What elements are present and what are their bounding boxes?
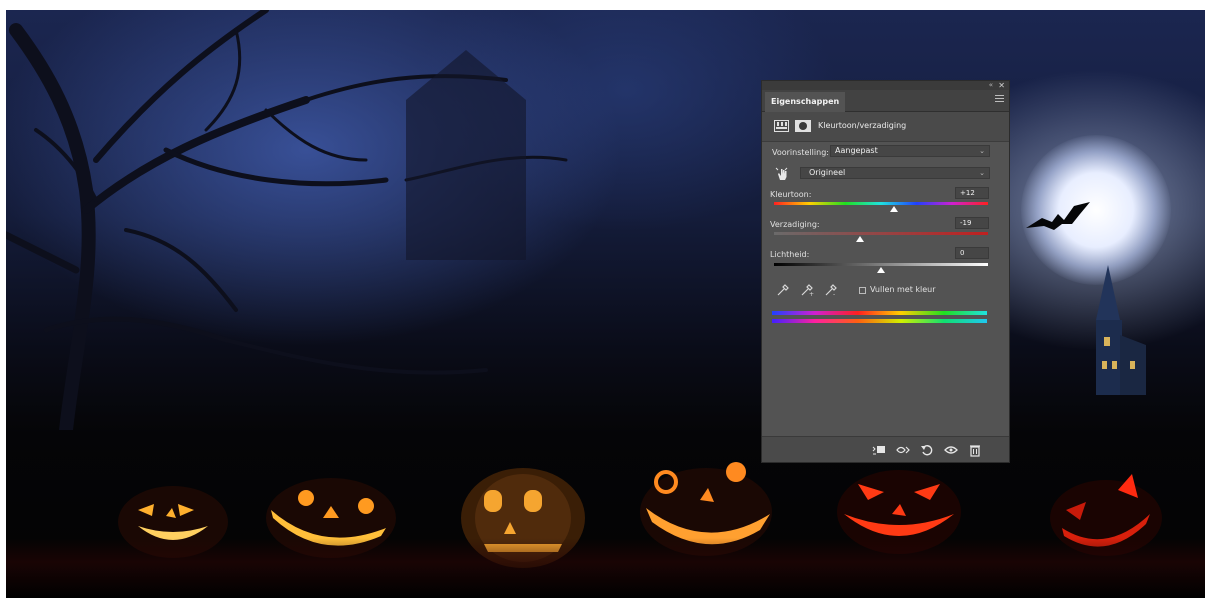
layer-mask-icon[interactable] (795, 120, 811, 132)
lightness-value-field[interactable]: 0 (955, 247, 989, 259)
input-color-spectrum (772, 311, 987, 315)
panel-menu-icon[interactable] (995, 95, 1004, 103)
toggle-visibility-icon[interactable] (944, 443, 958, 457)
document-canvas[interactable] (6, 10, 1205, 598)
colorize-checkbox[interactable] (859, 287, 866, 294)
svg-text:+: + (809, 291, 814, 297)
lightness-slider-thumb[interactable] (877, 267, 885, 273)
saturation-slider-thumb[interactable] (855, 236, 864, 242)
panel-bottom-toolbar (762, 436, 1009, 462)
clip-to-layer-icon[interactable] (872, 443, 886, 457)
panel-tab-bar: Eigenschappen (762, 90, 1009, 112)
saturation-label: Verzadiging: (770, 220, 820, 229)
hue-label: Kleurtoon: (770, 190, 812, 199)
delete-icon[interactable] (968, 443, 982, 457)
hue-value-field[interactable]: +12 (955, 187, 989, 199)
bat-silhouette (1026, 202, 1090, 230)
lightness-slider-track[interactable] (774, 263, 988, 266)
bare-trees (6, 10, 568, 430)
view-previous-state-icon[interactable] (896, 443, 910, 457)
output-color-spectrum (772, 319, 987, 323)
haunted-tower (1096, 265, 1146, 395)
lightness-label: Lichtheid: (770, 250, 810, 259)
chevron-down-icon: ⌄ (979, 147, 985, 155)
properties-panel: « ✕ Eigenschappen Kleurtoon/verzadiging … (761, 80, 1010, 463)
targeted-adjustment-hand-icon[interactable] (775, 167, 789, 181)
saturation-slider-track[interactable] (774, 232, 988, 235)
preset-value: Aangepast (835, 146, 878, 155)
tab-eigenschappen[interactable]: Eigenschappen (765, 92, 846, 112)
eyedropper-add-icon[interactable]: + (800, 283, 814, 297)
channel-value: Origineel (809, 168, 846, 177)
hue-slider-track[interactable] (774, 202, 988, 205)
hue-saturation-adjustment-icon[interactable] (774, 120, 789, 132)
channel-dropdown[interactable]: Origineel ⌄ (800, 167, 990, 179)
adjustment-title: Kleurtoon/verzadiging (818, 121, 907, 130)
preset-dropdown[interactable]: Aangepast ⌄ (830, 145, 990, 157)
reset-icon[interactable] (920, 443, 934, 457)
adjustment-header: Kleurtoon/verzadiging (762, 112, 1009, 142)
close-panel-button[interactable]: ✕ (998, 81, 1005, 90)
chevron-down-icon: ⌄ (979, 169, 985, 177)
saturation-value-field[interactable]: -19 (955, 217, 989, 229)
hue-slider-thumb[interactable] (889, 206, 898, 212)
svg-text:-: - (833, 291, 835, 297)
eyedropper-subtract-icon[interactable]: - (824, 283, 838, 297)
collapse-panel-button[interactable]: « (989, 81, 993, 90)
colorize-label: Vullen met kleur (870, 285, 936, 294)
panel-title-bar[interactable]: « ✕ (762, 81, 1009, 90)
preset-label: Voorinstelling: (772, 148, 829, 157)
water-reflection (6, 538, 1205, 598)
eyedropper-icon[interactable] (776, 283, 790, 297)
